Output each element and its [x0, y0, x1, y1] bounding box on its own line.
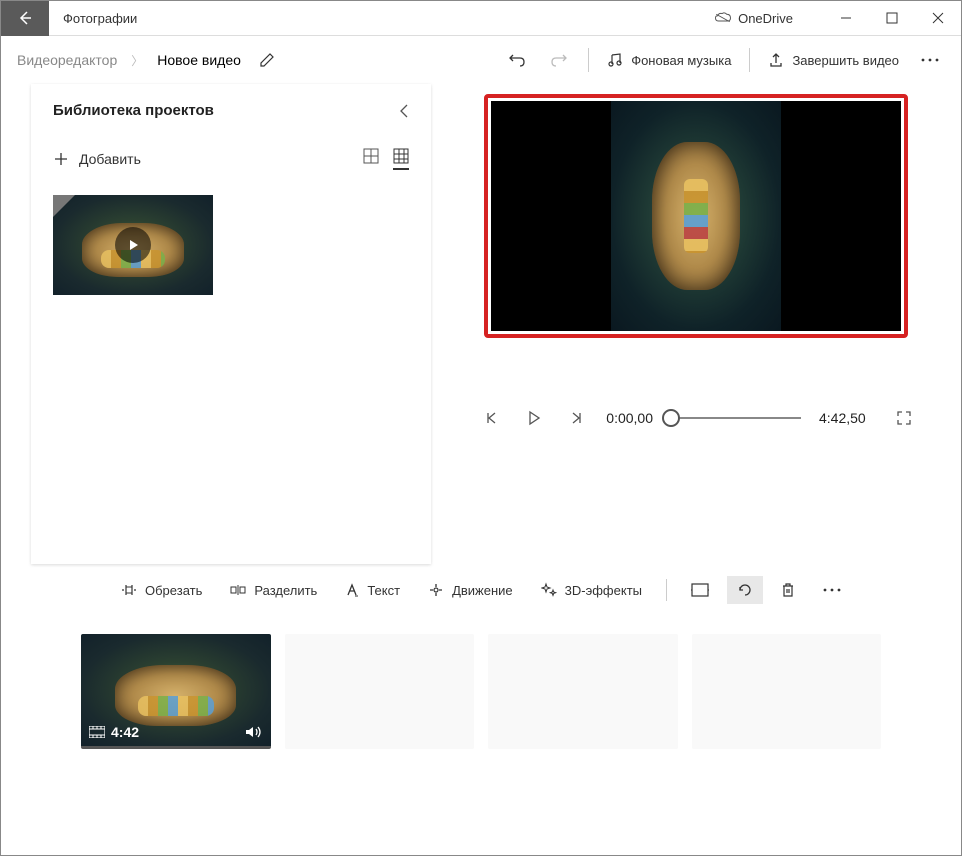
delete-button[interactable]	[771, 576, 805, 604]
timeline-track[interactable]: 4:42	[1, 610, 961, 749]
motion-button[interactable]: Движение	[418, 576, 523, 604]
text-button[interactable]: Текст	[335, 577, 410, 604]
view-small-button[interactable]	[393, 148, 409, 170]
titlebar: Фотографии OneDrive	[1, 1, 961, 36]
preview-highlight-frame	[484, 94, 908, 338]
film-icon	[89, 726, 105, 738]
trash-icon	[781, 582, 795, 598]
timeline-empty-slot[interactable]	[285, 634, 475, 749]
add-media-button[interactable]: Добавить	[53, 147, 141, 171]
timeline-more-button[interactable]	[813, 582, 851, 598]
sparkle-icon	[541, 582, 557, 598]
aspect-icon	[691, 583, 709, 597]
music-icon	[607, 52, 623, 68]
export-icon	[768, 52, 784, 68]
separator	[666, 579, 667, 601]
motion-icon	[428, 582, 444, 598]
separator	[749, 48, 750, 72]
grid-small-icon	[393, 148, 409, 164]
back-button[interactable]	[1, 1, 49, 36]
undo-button[interactable]	[496, 45, 538, 75]
next-frame-button[interactable]	[564, 406, 588, 430]
rotated-video-content	[611, 101, 781, 331]
project-library-panel: Библиотека проектов Добавить	[31, 84, 431, 564]
aspect-ratio-button[interactable]	[681, 577, 719, 603]
timeline-toolbar: Обрезать Разделить Текст Движение 3D-эфф…	[1, 564, 961, 610]
redo-button[interactable]	[538, 45, 580, 75]
finish-label: Завершить видео	[792, 53, 899, 68]
player-controls: 0:00,00 4:42,50	[461, 406, 931, 430]
rename-button[interactable]	[259, 52, 275, 68]
video-preview[interactable]	[491, 101, 901, 331]
current-time: 0:00,00	[606, 410, 653, 426]
prev-frame-button[interactable]	[480, 406, 504, 430]
3d-effects-label: 3D-эффекты	[565, 583, 642, 598]
app-window: Фотографии OneDrive Видеоредактор 〉 Ново…	[0, 0, 962, 856]
rotate-button[interactable]	[727, 576, 763, 604]
background-music-button[interactable]: Фоновая музыка	[597, 46, 741, 74]
main-toolbar: Видеоредактор 〉 Новое видео Фоновая музы…	[1, 36, 961, 84]
breadcrumb: Видеоредактор 〉 Новое видео	[11, 48, 247, 72]
timeline-empty-slot[interactable]	[692, 634, 882, 749]
collapse-library-button[interactable]	[399, 103, 409, 119]
onedrive-label: OneDrive	[738, 11, 793, 26]
preview-area: 0:00,00 4:42,50	[431, 84, 961, 564]
library-title: Библиотека проектов	[53, 102, 214, 119]
cloud-icon	[714, 9, 732, 27]
library-clip-thumbnail[interactable]	[53, 195, 213, 295]
separator	[588, 48, 589, 72]
trim-icon	[121, 583, 137, 597]
redo-icon	[550, 51, 568, 69]
timeline-clip[interactable]: 4:42	[81, 634, 271, 749]
plus-icon	[53, 151, 69, 167]
add-label: Добавить	[79, 151, 141, 167]
play-button[interactable]	[522, 406, 546, 430]
timeline-empty-slot[interactable]	[488, 634, 678, 749]
split-icon	[230, 583, 246, 597]
clip-duration: 4:42	[111, 724, 139, 740]
speaker-icon	[245, 725, 263, 739]
chevron-right-icon: 〉	[131, 52, 143, 69]
close-button[interactable]	[915, 1, 961, 36]
more-icon	[921, 58, 939, 62]
duration: 4:42,50	[819, 410, 866, 426]
rotate-icon	[737, 582, 753, 598]
window-controls	[823, 1, 961, 36]
app-title: Фотографии	[63, 11, 714, 26]
breadcrumb-editor[interactable]: Видеоредактор	[11, 48, 123, 72]
split-label: Разделить	[254, 583, 317, 598]
finish-video-button[interactable]: Завершить видео	[758, 46, 909, 74]
onedrive-button[interactable]: OneDrive	[714, 9, 793, 27]
motion-label: Движение	[452, 583, 513, 598]
maximize-button[interactable]	[869, 1, 915, 36]
trim-label: Обрезать	[145, 583, 202, 598]
view-large-button[interactable]	[363, 148, 379, 170]
seek-slider[interactable]	[671, 417, 801, 419]
breadcrumb-project-name[interactable]: Новое видео	[151, 48, 247, 72]
split-button[interactable]: Разделить	[220, 577, 327, 604]
minimize-button[interactable]	[823, 1, 869, 36]
text-icon	[345, 583, 359, 597]
content-area: Библиотека проектов Добавить	[1, 84, 961, 564]
3d-effects-button[interactable]: 3D-эффекты	[531, 576, 652, 604]
play-icon	[115, 227, 151, 263]
undo-icon	[508, 51, 526, 69]
trim-button[interactable]: Обрезать	[111, 577, 212, 604]
more-icon	[823, 588, 841, 592]
grid-large-icon	[363, 148, 379, 164]
text-label: Текст	[367, 583, 400, 598]
bg-music-label: Фоновая музыка	[631, 53, 731, 68]
fullscreen-button[interactable]	[896, 410, 912, 426]
more-button[interactable]	[909, 52, 951, 68]
